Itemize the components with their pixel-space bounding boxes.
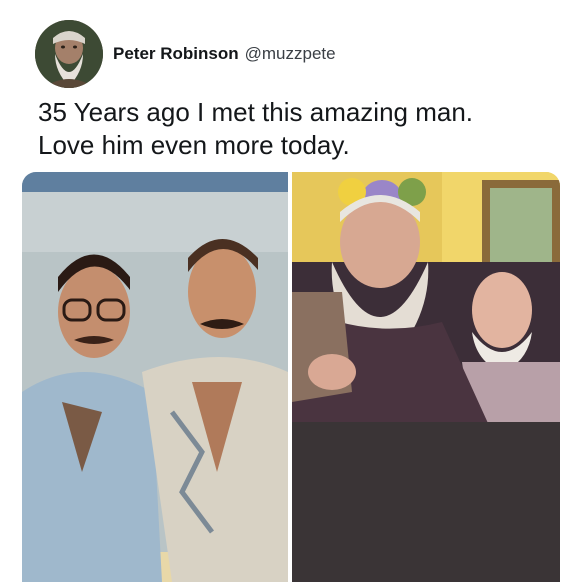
tweet-text: 35 Years ago I met this amazing man. Lov… [38,96,558,162]
author-avatar[interactable] [35,20,103,88]
author-handle[interactable]: @muzzpete [245,44,336,63]
tweet-text-line-1: 35 Years ago I met this amazing man. [38,97,474,127]
photo-now-icon [292,172,560,582]
author-name[interactable]: Peter Robinson [113,44,239,63]
profile-photo-icon [35,20,103,88]
photo-then-icon [22,172,288,582]
media-photo-1[interactable] [22,172,288,582]
media-photo-2[interactable] [292,172,560,582]
tweet-card: Peter Robinson @muzzpete 35 Years ago I m… [0,0,582,582]
author-line: Peter Robinson @muzzpete [113,44,336,64]
tweet-media [22,172,560,582]
tweet-text-line-2: Love him even more today. [38,130,350,160]
